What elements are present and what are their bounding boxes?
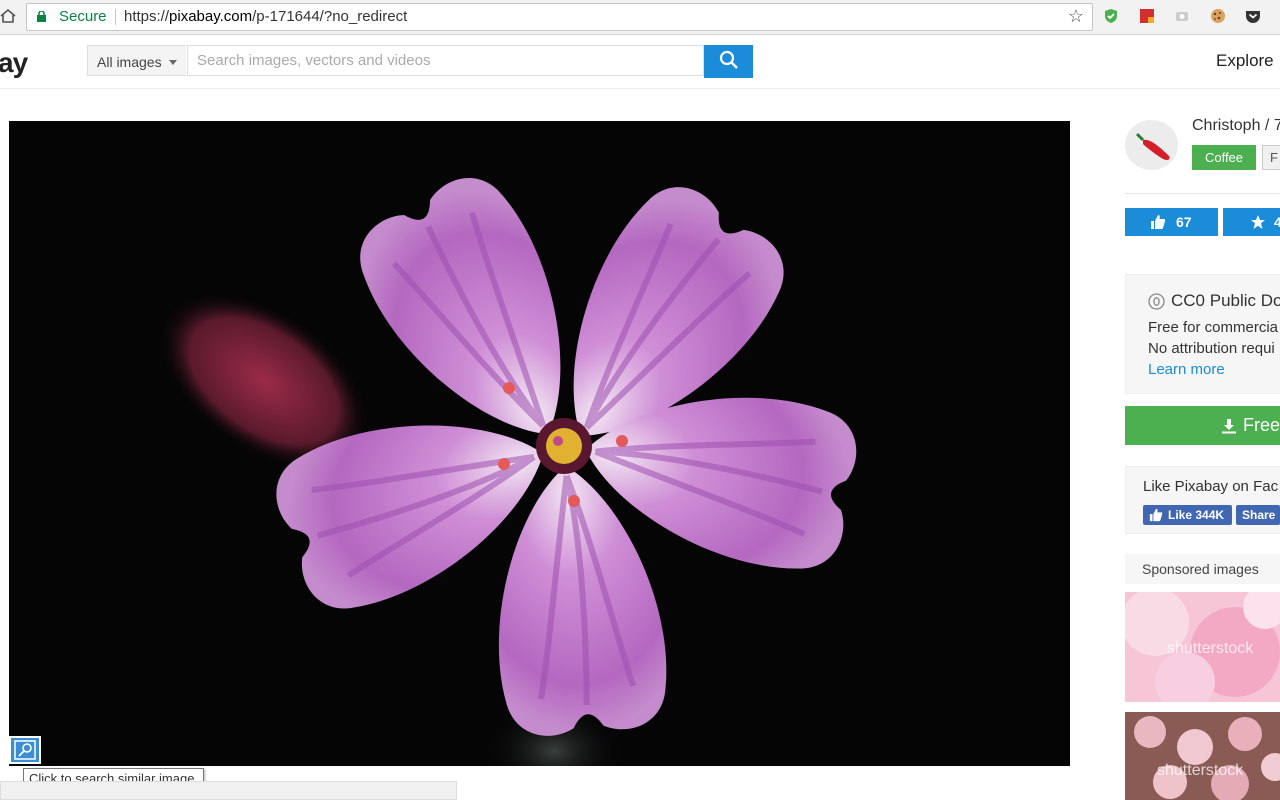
cc0-icon — [1148, 293, 1165, 310]
sponsored-image-1[interactable]: shutterstock — [1125, 592, 1280, 702]
sponsored-header: Sponsored images — [1125, 554, 1280, 584]
avatar[interactable] — [1125, 120, 1178, 170]
learn-more-link[interactable]: Learn more — [1148, 361, 1225, 378]
bookmark-star-icon[interactable]: ☆ — [1068, 7, 1084, 25]
browser-toolbar: Secure https://pixabay.com/p-171644/?no_… — [0, 0, 1280, 35]
caret-down-icon — [169, 60, 177, 65]
license-title: CC0 Public Do — [1171, 291, 1280, 310]
red-extension-icon[interactable] — [1139, 8, 1155, 24]
flower-photo — [157, 121, 1070, 766]
likes-count: 67 — [1176, 214, 1192, 230]
chili-pepper-icon — [1125, 120, 1178, 170]
sponsored-image-2[interactable]: shutterstock — [1125, 712, 1280, 800]
search-input[interactable] — [187, 45, 704, 76]
magnifier-icon — [14, 740, 36, 760]
url-host: pixabay.com — [169, 8, 253, 25]
pocket-extension-icon[interactable] — [1245, 8, 1261, 24]
facebook-like-button[interactable]: Like 344K — [1143, 505, 1232, 525]
facebook-prompt: Like Pixabay on Fac — [1143, 478, 1279, 495]
media-type-dropdown[interactable]: All images — [87, 45, 186, 76]
free-download-button[interactable]: Free — [1125, 406, 1280, 445]
search-button[interactable] — [704, 45, 753, 78]
download-label: Free — [1243, 415, 1280, 435]
search-similar-button[interactable] — [9, 736, 41, 764]
favorite-button[interactable]: 4 — [1223, 208, 1280, 236]
site-header: ay All images Explore — [0, 35, 1280, 89]
address-separator — [115, 9, 116, 25]
explore-menu[interactable]: Explore — [1216, 51, 1274, 71]
daisy-flowers-image — [1125, 712, 1280, 800]
thumbs-up-icon — [1151, 215, 1166, 229]
cookie-extension-icon[interactable] — [1210, 8, 1226, 24]
home-icon[interactable] — [0, 8, 16, 24]
url-scheme: https:// — [124, 8, 170, 25]
main-photo[interactable] — [9, 121, 1070, 766]
download-icon — [1222, 419, 1236, 434]
watermark-text: shutterstock — [1167, 640, 1254, 657]
watermark-text-2: shutterstock — [1157, 762, 1244, 779]
lock-icon — [37, 11, 46, 22]
star-icon — [1251, 215, 1265, 229]
license-line-commercial: Free for commercia — [1148, 319, 1279, 336]
facebook-share-button[interactable]: Share — [1236, 505, 1280, 525]
address-bar[interactable]: Secure https://pixabay.com/p-171644/?no_… — [26, 3, 1093, 31]
author-name[interactable]: Christoph / 7 — [1192, 117, 1280, 135]
license-box: CC0 Public Do Free for commercia No attr… — [1125, 274, 1280, 394]
secure-label: Secure — [59, 8, 107, 25]
url-path: /p-171644/?no_redirect — [252, 8, 408, 25]
facebook-thumb-icon — [1149, 508, 1163, 522]
divider — [1125, 193, 1280, 194]
follow-button[interactable]: F — [1262, 145, 1280, 170]
coffee-button[interactable]: Coffee — [1192, 145, 1256, 170]
sponsored-label: Sponsored images — [1142, 561, 1259, 577]
url-text[interactable]: https://pixabay.com/p-171644/?no_redirec… — [124, 8, 407, 25]
gray-extension-icon[interactable] — [1174, 8, 1190, 24]
facebook-box: Like Pixabay on Fac Like 344K Share — [1125, 466, 1280, 534]
like-button[interactable]: 67 — [1125, 208, 1218, 236]
pixabay-logo[interactable]: ay — [0, 47, 28, 79]
bottom-panel — [0, 781, 457, 800]
media-type-label: All images — [97, 54, 162, 70]
favorites-count: 4 — [1274, 214, 1280, 230]
license-line-attribution: No attribution requi — [1148, 340, 1275, 357]
shield-extension-icon[interactable] — [1103, 8, 1119, 24]
facebook-like-label: Like 344K — [1168, 508, 1225, 522]
search-icon — [719, 50, 738, 69]
